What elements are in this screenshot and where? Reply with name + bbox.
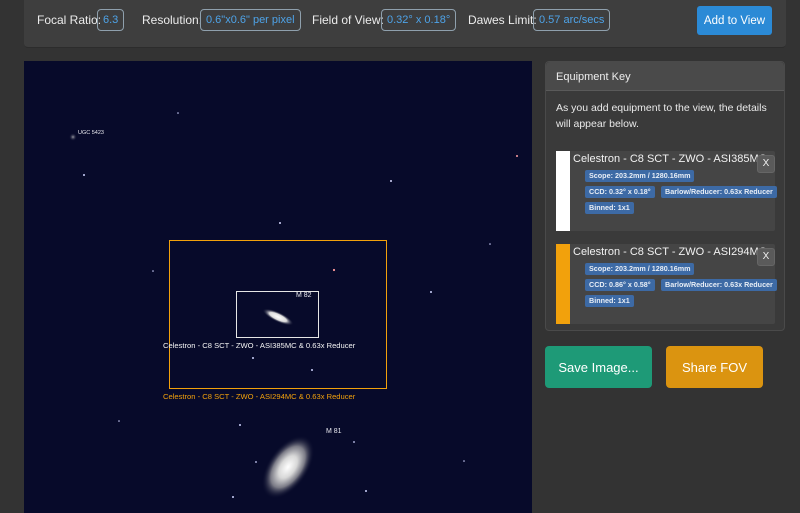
- fov-white-label: Celestron - C8 SCT - ZWO - ASI385MC & 0.…: [163, 341, 356, 350]
- ugc-5423-label: UGC 5423: [78, 130, 104, 136]
- ccd-chip: CCD: 0.32° x 0.18°: [585, 186, 655, 198]
- equipment-item: Celestron - C8 SCT - ZWO - ASI294MC X Sc…: [556, 244, 777, 324]
- stats-bar: Focal Ratio: 6.3 Resolution: 0.6"x0.6" p…: [24, 0, 786, 48]
- ccd-chip: CCD: 0.86° x 0.58°: [585, 279, 655, 291]
- fov-rect-white[interactable]: Celestron - C8 SCT - ZWO - ASI385MC & 0.…: [163, 291, 356, 351]
- scope-chip: Scope: 203.2mm / 1280.16mm: [585, 170, 695, 182]
- remove-equipment-button[interactable]: X: [757, 155, 775, 173]
- remove-equipment-button[interactable]: X: [757, 248, 775, 266]
- fov-label: Field of View:: [312, 13, 384, 27]
- barlow-chip: Barlow/Reducer: 0.63x Reducer: [661, 186, 777, 198]
- focal-ratio-badge: 6.3: [97, 9, 125, 31]
- m81-label: M 81: [326, 428, 342, 435]
- add-to-view-button[interactable]: Add to View: [697, 6, 772, 35]
- equipment-color-swatch-white: [556, 151, 570, 231]
- equipment-color-swatch-orange: [556, 244, 570, 324]
- fov-orange-label: Celestron - C8 SCT - ZWO - ASI294MC & 0.…: [163, 392, 356, 401]
- dawes-label: Dawes Limit:: [468, 13, 537, 27]
- sky-view[interactable]: UGC 5423 M 82 M 81 Celestron - C8 SCT - …: [24, 61, 532, 513]
- ugc-5423-galaxy: UGC 5423: [69, 130, 104, 141]
- sky-canvas[interactable]: UGC 5423 M 82 M 81 Celestron - C8 SCT - …: [24, 61, 532, 513]
- equipment-key-note: As you add equipment to the view, the de…: [556, 102, 767, 130]
- equipment-key-title: Equipment Key: [546, 62, 784, 91]
- binned-chip: Binned: 1x1: [585, 202, 634, 214]
- m81-galaxy: M 81: [261, 428, 342, 499]
- resolution-badge: 0.6"x0.6" per pixel: [200, 9, 301, 31]
- dawes-badge: 0.57 arc/secs: [533, 9, 611, 31]
- save-image-button[interactable]: Save Image...: [545, 346, 652, 388]
- share-fov-button[interactable]: Share FOV: [666, 346, 763, 388]
- equipment-item: Celestron - C8 SCT - ZWO - ASI385MC X Sc…: [556, 151, 777, 231]
- binned-chip: Binned: 1x1: [585, 295, 634, 307]
- focal-ratio-label: Focal Ratio:: [37, 13, 102, 27]
- barlow-chip: Barlow/Reducer: 0.63x Reducer: [661, 279, 777, 291]
- resolution-label: Resolution:: [142, 13, 203, 27]
- scope-chip: Scope: 203.2mm / 1280.16mm: [585, 263, 695, 275]
- m82-label: M 82: [296, 292, 312, 299]
- equipment-key-panel: Equipment Key As you add equipment to th…: [545, 61, 785, 331]
- fov-badge: 0.32° x 0.18°: [381, 9, 457, 31]
- equipment-title: Celestron - C8 SCT - ZWO - ASI294MC: [573, 246, 767, 258]
- m82-galaxy: M 82: [262, 292, 312, 326]
- equipment-title: Celestron - C8 SCT - ZWO - ASI385MC: [573, 153, 767, 165]
